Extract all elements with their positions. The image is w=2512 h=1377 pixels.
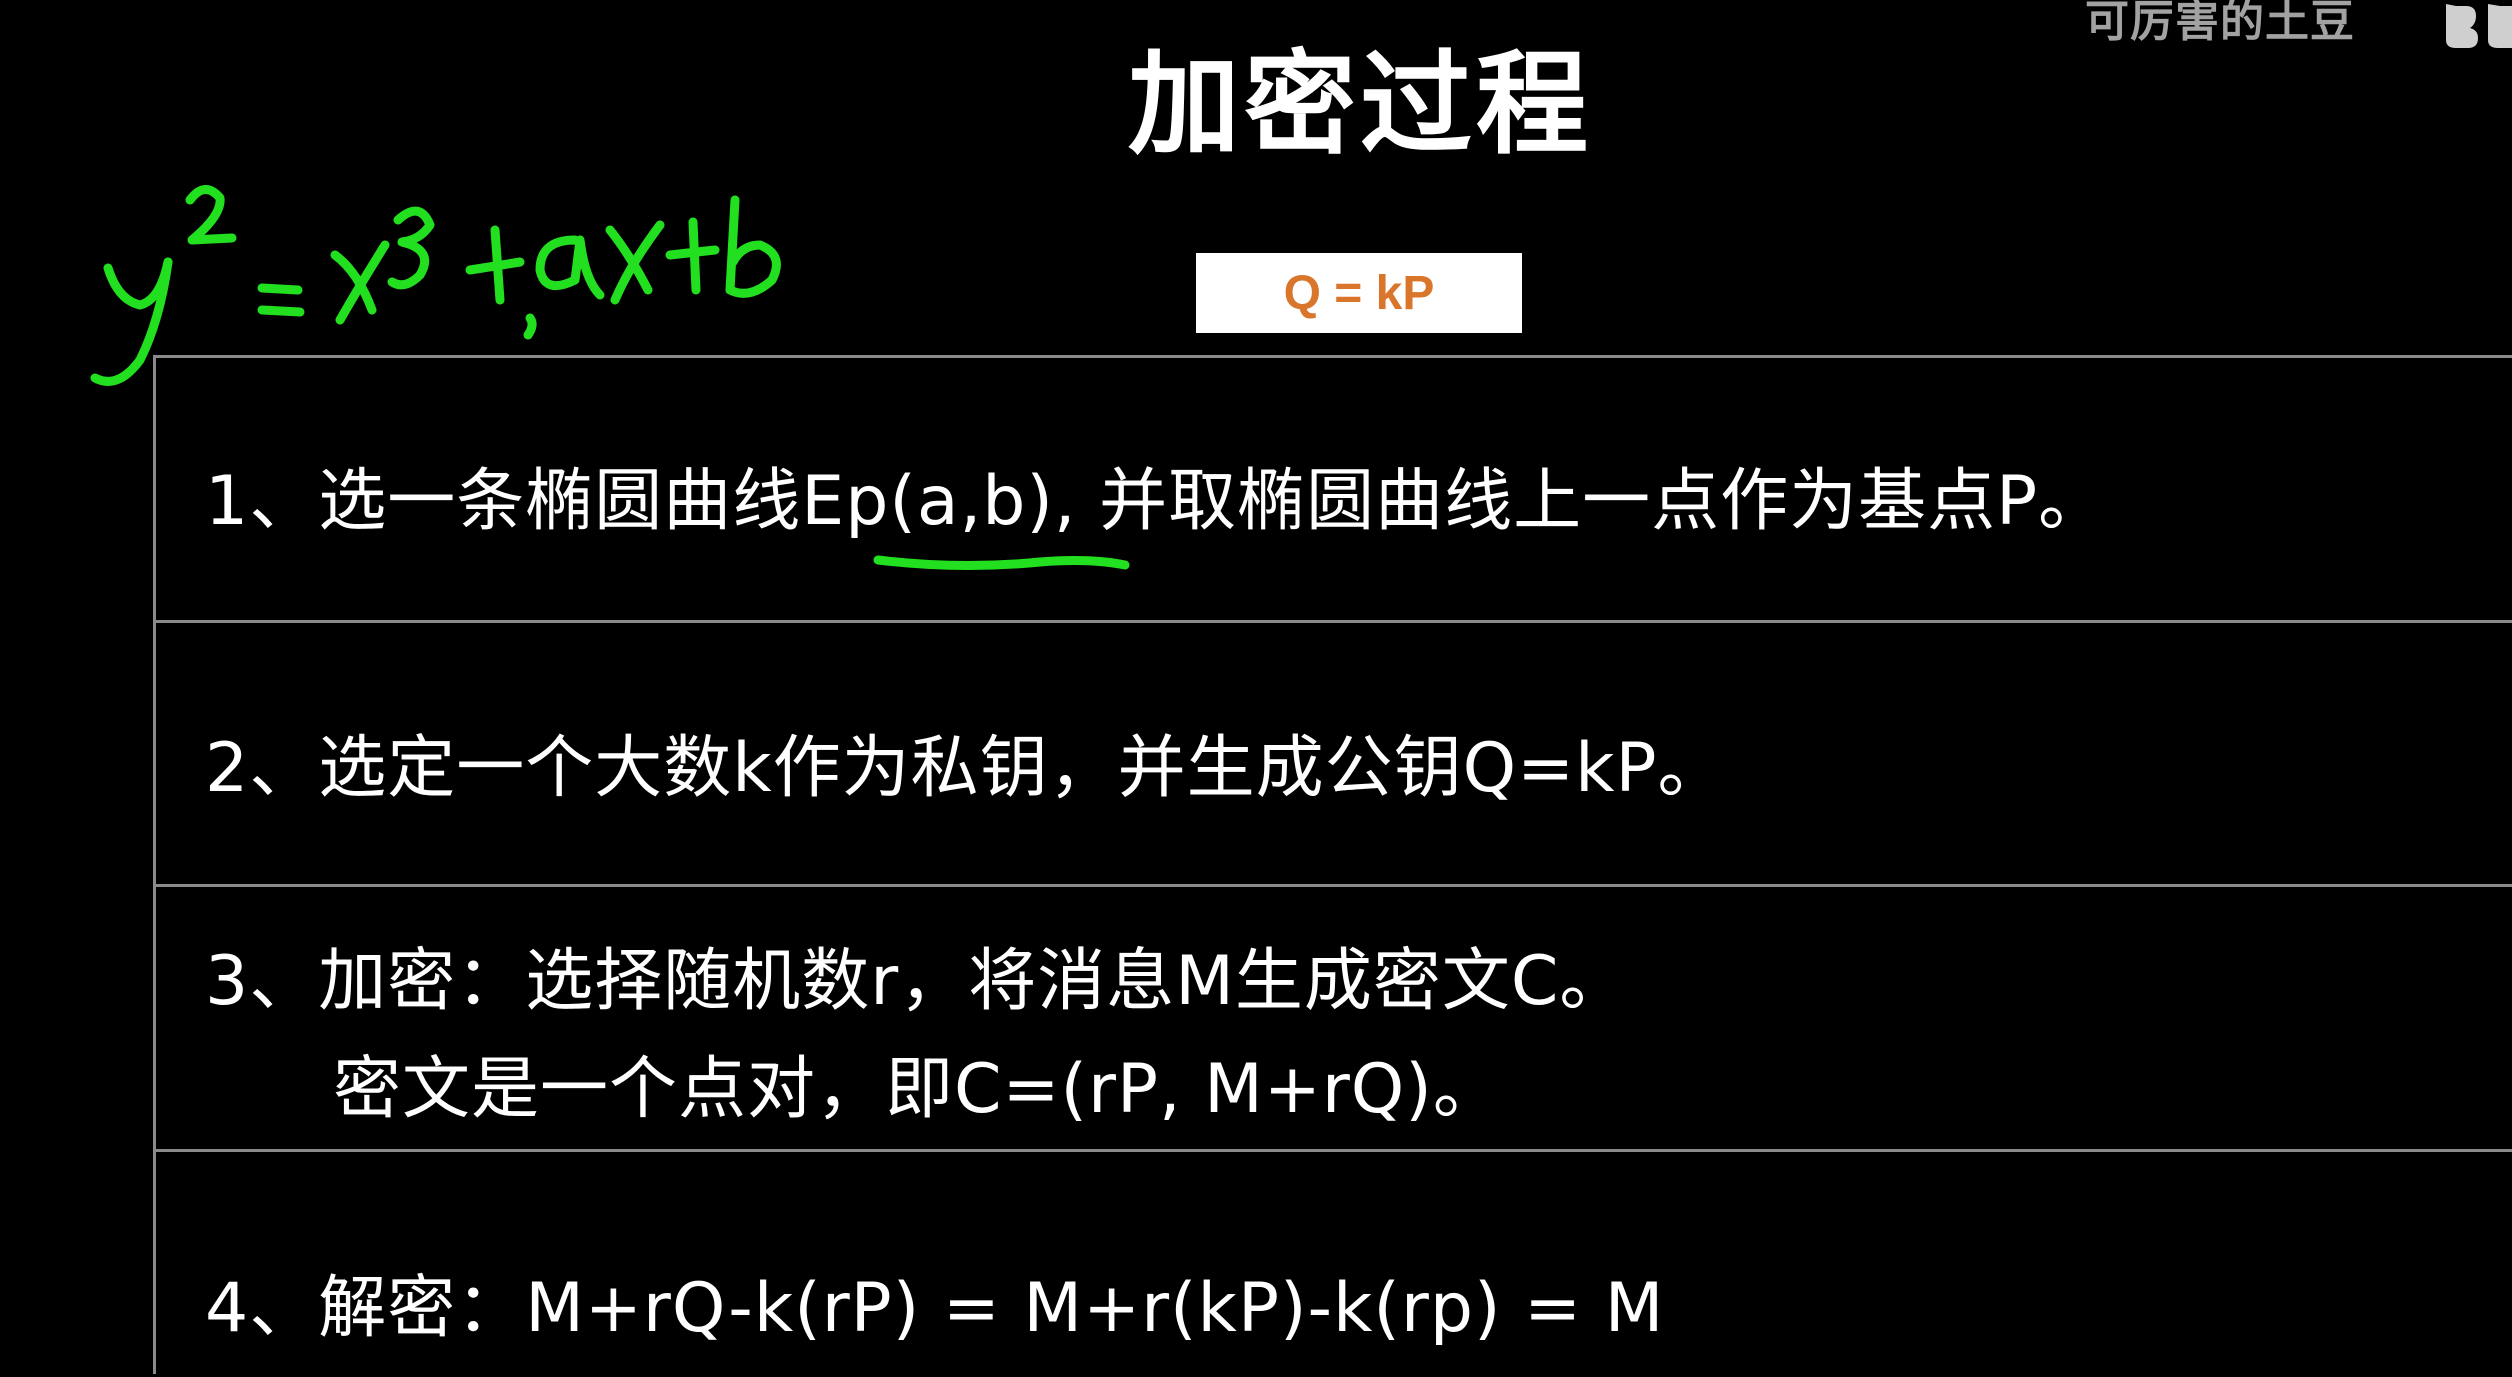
formula-text: Q = kP	[1283, 266, 1435, 320]
bilibili-logo-icon	[2446, 4, 2512, 48]
step-3-text-line2: 密文是一个点对，即C=(rP, M+rQ)。	[333, 1050, 1502, 1129]
page-title: 加密过程	[1128, 40, 1592, 170]
formula-box: Q = kP	[1196, 253, 1522, 333]
step-3-text-line1: 3、加密：选择随机数r，将消息M生成密文C。	[205, 942, 1629, 1021]
step-1-text: 1、选一条椭圆曲线Ep(a,b), 并取椭圆曲线上一点作为基点P。	[205, 462, 2108, 541]
watermark-text: 可厉害的土豆	[2085, 0, 2355, 47]
step-2-text: 2、选定一个大数k作为私钥，并生成公钥Q=kP。	[205, 729, 1727, 808]
step-4-text: 4、解密：M+rQ-k(rP) = M+r(kP)-k(rp) = M	[205, 1269, 1665, 1348]
